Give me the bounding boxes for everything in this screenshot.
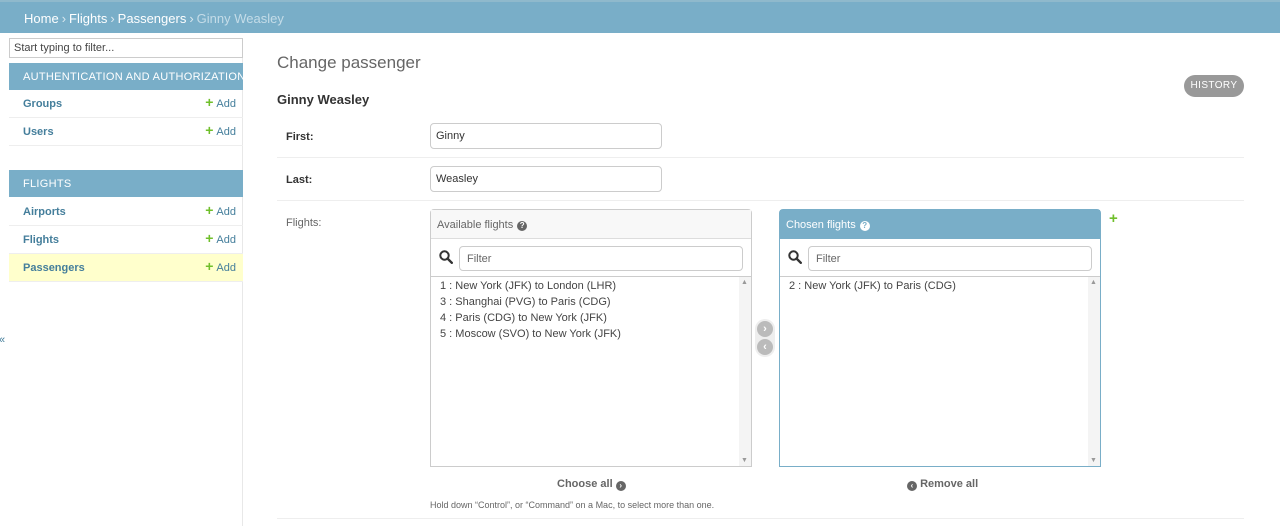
sidebar-item-passengers[interactable]: Passengers + Add — [9, 254, 243, 282]
chosen-flights-box: Chosen flights? 2 : New York (JFK) to Pa… — [779, 209, 1101, 467]
mover-controls: › ‹ — [755, 319, 775, 357]
arrow-right-circle-icon[interactable]: › — [757, 321, 773, 337]
chosen-flights-list[interactable]: 2 : New York (JFK) to Paris (CDG) ▲ ▼ — [780, 277, 1100, 466]
breadcrumb-separator: › — [61, 11, 67, 26]
add-airports-link[interactable]: + Add — [205, 202, 236, 218]
breadcrumb: Home › Flights › Passengers › Ginny Weasley — [24, 11, 284, 26]
sidebar-item-label[interactable]: Groups — [23, 98, 62, 110]
breadcrumb-separator: › — [110, 11, 115, 26]
breadcrumb-home[interactable]: Home — [24, 11, 59, 26]
scrollbar[interactable]: ▲ ▼ — [1088, 277, 1100, 466]
list-item[interactable]: 1 : New York (JFK) to London (LHR) — [440, 278, 741, 294]
first-name-input[interactable] — [430, 123, 662, 149]
available-filter-input[interactable] — [459, 246, 743, 271]
choose-all-label: Choose all — [557, 478, 613, 490]
list-item[interactable]: 4 : Paris (CDG) to New York (JFK) — [440, 310, 741, 326]
flights-label: Flights: — [286, 217, 322, 229]
sidebar-item-groups[interactable]: Groups + Add — [9, 90, 243, 118]
breadcrumb-separator: › — [189, 11, 194, 26]
add-flight-plus-icon[interactable]: + — [1109, 210, 1118, 227]
list-item[interactable]: 5 : Moscow (SVO) to New York (JFK) — [440, 326, 741, 342]
plus-icon: + — [205, 202, 214, 218]
add-label: Add — [216, 262, 236, 274]
sidebar-item-label[interactable]: Flights — [23, 234, 59, 246]
available-filter-row — [431, 239, 751, 277]
choose-all-link[interactable]: Choose all › — [557, 478, 626, 491]
module-header-auth[interactable]: AUTHENTICATION AND AUTHORIZATION — [9, 63, 245, 90]
available-flights-header: Available flights? — [431, 210, 751, 239]
available-flights-box: Available flights? 1 : New York (JFK) to… — [430, 209, 752, 467]
form-row-last: Last: — [277, 158, 1244, 201]
scroll-up-icon[interactable]: ▲ — [741, 279, 748, 286]
sidebar-item-airports[interactable]: Airports + Add — [9, 198, 243, 226]
add-users-link[interactable]: + Add — [205, 122, 236, 138]
nav-filter-input[interactable] — [9, 38, 243, 58]
add-label: Add — [216, 206, 236, 218]
available-flights-title: Available flights — [437, 219, 514, 231]
search-icon — [439, 250, 453, 264]
chosen-filter-input[interactable] — [808, 246, 1092, 271]
help-text: Hold down “Control”, or “Command” on a M… — [430, 500, 715, 510]
sidebar-item-label[interactable]: Users — [23, 126, 54, 138]
sidebar: AUTHENTICATION AND AUTHORIZATION Groups … — [9, 38, 245, 526]
add-groups-link[interactable]: + Add — [205, 94, 236, 110]
sidebar-item-label[interactable]: Passengers — [23, 262, 85, 274]
arrow-left-circle-icon: ‹ — [907, 481, 917, 491]
form-row-first: First: — [277, 115, 1244, 158]
plus-icon: + — [205, 94, 214, 110]
history-button[interactable]: HISTORY — [1184, 75, 1244, 97]
page-title: Change passenger — [277, 53, 421, 72]
scrollbar[interactable]: ▲ ▼ — [739, 277, 751, 466]
header-bar: Home › Flights › Passengers › Ginny Weasley — [0, 0, 1280, 33]
sidebar-collapse-icon[interactable]: « — [0, 334, 5, 346]
module-header-flights[interactable]: FLIGHTS — [9, 170, 243, 197]
first-label: First: — [286, 131, 314, 143]
remove-all-label: Remove all — [920, 478, 979, 490]
plus-icon: + — [205, 230, 214, 246]
sidebar-item-users[interactable]: Users + Add — [9, 118, 243, 146]
add-flights-link[interactable]: + Add — [205, 230, 236, 246]
available-flights-list[interactable]: 1 : New York (JFK) to London (LHR) 3 : S… — [431, 277, 751, 466]
arrow-right-circle-icon: › — [615, 481, 626, 491]
question-circle-icon[interactable]: ? — [859, 221, 870, 231]
last-name-input[interactable] — [430, 166, 662, 192]
plus-icon: + — [205, 258, 214, 274]
plus-icon: + — [205, 122, 214, 138]
search-icon — [788, 250, 802, 264]
add-passengers-link[interactable]: + Add — [205, 258, 236, 274]
scroll-down-icon[interactable]: ▼ — [1090, 457, 1097, 464]
question-circle-icon[interactable]: ? — [517, 221, 528, 231]
breadcrumb-current: Ginny Weasley — [196, 11, 284, 26]
breadcrumb-model[interactable]: Passengers — [118, 11, 187, 26]
sidebar-item-flights[interactable]: Flights + Add — [9, 226, 243, 254]
add-label: Add — [216, 126, 236, 138]
chosen-filter-row — [780, 239, 1100, 277]
chosen-flights-header: Chosen flights? — [780, 210, 1100, 239]
remove-all-link[interactable]: ‹ Remove all — [907, 478, 978, 491]
breadcrumb-app[interactable]: Flights — [69, 11, 107, 26]
list-item[interactable]: 2 : New York (JFK) to Paris (CDG) — [789, 278, 1090, 294]
add-label: Add — [216, 234, 236, 246]
arrow-left-circle-icon[interactable]: ‹ — [757, 339, 773, 355]
scroll-up-icon[interactable]: ▲ — [1090, 279, 1097, 286]
object-title: Ginny Weasley — [277, 92, 370, 107]
last-label: Last: — [286, 174, 313, 186]
add-label: Add — [216, 98, 236, 110]
list-item[interactable]: 3 : Shanghai (PVG) to Paris (CDG) — [440, 294, 741, 310]
sidebar-item-label[interactable]: Airports — [23, 206, 66, 218]
scroll-down-icon[interactable]: ▼ — [741, 457, 748, 464]
chosen-flights-title: Chosen flights — [786, 219, 856, 231]
